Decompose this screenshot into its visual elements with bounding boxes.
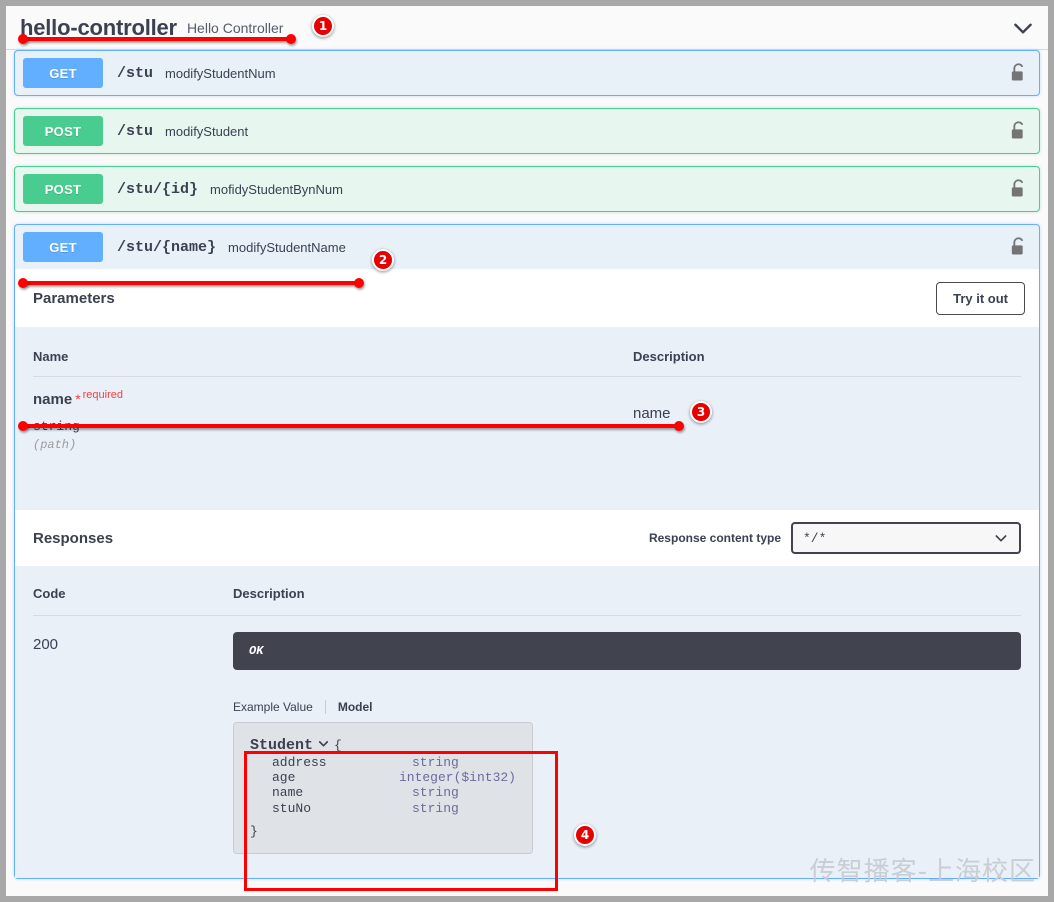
response-content-type-select[interactable]: */* [791,522,1021,554]
parameter-name: name [33,391,73,408]
annotation-dot-3-start [18,421,28,431]
operation-summary: modifyStudent [165,123,249,139]
model-property-type: string [412,785,459,801]
annotation-dot-1-start [18,34,28,44]
operation-header[interactable]: POST /stu modifyStudent [15,109,1039,153]
model-property-row: name string [250,785,516,800]
model-property-type: string [412,800,459,816]
operation-header[interactable]: POST /stu/{id} mofidyStudentBynNum [15,167,1039,211]
parameters-panel: Name Description name*required string (p… [15,327,1039,510]
response-description-box: OK [233,632,1021,670]
response-content-type-value: */* [803,530,827,546]
model-property-name: age [272,770,296,786]
annotation-dot-3-end [674,421,684,431]
http-method-badge: GET [23,232,103,262]
operation-body: Parameters Try it out Name Description n… [15,269,1039,879]
column-header-name: Name [33,327,633,377]
response-content-type-label: Response content type [648,531,781,545]
chevron-down-icon [993,530,1009,546]
model-property-name: name [272,785,304,801]
response-view-tabs: Example Value Model [233,700,1021,714]
panel-spacer [33,452,1021,510]
tab-example-value[interactable]: Example Value [233,700,325,714]
model-property-name: address [272,754,327,770]
model-property-type: integer($int32) [398,770,516,786]
tab-model[interactable]: Model [324,700,385,714]
table-header-row: Code Description [33,566,1021,616]
unlocked-padlock-icon[interactable] [1010,121,1027,141]
operation-list: GET /stu modifyStudentNum POST /stu modi… [6,50,1048,880]
chevron-down-icon[interactable] [1010,15,1036,41]
operation-header[interactable]: GET /stu modifyStudentNum [15,51,1039,95]
parameter-name-cell: name*required string (path) [33,377,633,452]
chevron-down-icon[interactable] [317,739,330,754]
annotation-badge-2: 2 [372,249,394,271]
operation-path: /stu [117,64,154,82]
operation-summary: modifyStudentNum [165,65,276,81]
swagger-ui-page: hello-controller Hello Controller GET /s… [6,6,1048,896]
operation-row-expanded[interactable]: GET /stu/{name} modifyStudentName Parame… [14,224,1040,880]
operation-path: /stu/{id} [117,180,199,198]
column-header-code: Code [33,566,233,616]
operation-row[interactable]: POST /stu/{id} mofidyStudentBynNum [14,166,1040,212]
table-row: 200 OK Example Value Model Student {add… [33,616,1021,855]
http-method-badge: POST [23,174,103,204]
operation-path: /stu [117,122,154,140]
annotation-badge-1: 1 [312,15,334,37]
parameter-in: (path) [33,438,77,452]
required-star: * [75,391,81,407]
parameters-title: Parameters [33,290,115,307]
annotation-badge-4: 4 [574,824,596,846]
unlocked-padlock-icon[interactable] [1010,63,1027,83]
parameters-table: Name Description name*required string (p… [33,327,1021,452]
response-code: 200 [33,636,59,653]
responses-panel: Code Description 200 OK Example Value Mo… [15,566,1039,879]
annotation-badge-3: 3 [690,401,712,423]
response-description-cell: OK Example Value Model Student {address … [233,616,1021,855]
parameters-header: Parameters Try it out [15,270,1039,327]
http-method-badge: POST [23,116,103,146]
model-property-row: address string [250,755,516,770]
required-label: required [82,389,123,401]
operation-row[interactable]: POST /stu modifyStudent [14,108,1040,154]
model-property-type: string [412,754,459,770]
operation-row[interactable]: GET /stu modifyStudentNum [14,50,1040,96]
operation-summary: modifyStudentName [228,239,346,255]
annotation-line-1 [22,37,292,41]
operation-summary: mofidyStudentBynNum [210,181,343,197]
column-header-description: Description [633,327,1021,377]
operation-path: /stu/{name} [117,238,217,256]
responses-header: Responses Response content type */* [15,510,1039,566]
model-property-name: stuNo [272,800,312,816]
table-header-row: Name Description [33,327,1021,377]
annotation-dot-2-start [18,278,28,288]
model-property-row: stuNo string [250,801,516,816]
try-it-out-button[interactable]: Try it out [936,282,1025,315]
annotation-dot-2-end [354,278,364,288]
column-header-description: Description [233,566,1021,616]
annotation-line-3 [22,424,680,428]
model-name: Student [250,737,314,755]
unlocked-padlock-icon[interactable] [1010,237,1027,257]
http-method-badge: GET [23,58,103,88]
model-property-row: age integer($int32) [250,770,516,785]
tag-header[interactable]: hello-controller Hello Controller [6,6,1048,50]
operation-header[interactable]: GET /stu/{name} modifyStudentName [15,225,1039,269]
watermark: 传智播客-上海校区 [809,857,1036,887]
model-title-row[interactable]: Student { [250,737,516,755]
table-row: name*required string (path) name [33,377,1021,452]
annotation-dot-1-end [286,34,296,44]
responses-title: Responses [33,529,114,547]
model-schema-box: Student { address string age integer($int… [233,722,533,855]
responses-table: Code Description 200 OK Example Value Mo… [33,566,1021,855]
unlocked-padlock-icon[interactable] [1010,179,1027,199]
model-close-brace: } [250,824,258,840]
tag-description: Hello Controller [186,19,284,36]
model-open-brace: { [334,738,342,754]
annotation-line-2 [22,281,360,285]
